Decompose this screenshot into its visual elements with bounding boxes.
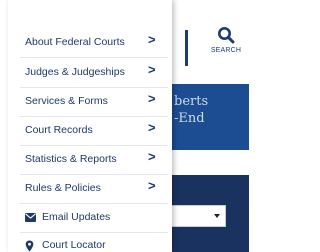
menu-item-services-forms[interactable]: Services & Forms > <box>8 87 172 116</box>
chevron-right-icon: > <box>148 178 156 193</box>
chevron-right-icon: > <box>148 32 156 47</box>
chevron-right-icon: > <box>148 62 156 77</box>
content-band <box>160 150 249 175</box>
menu-item-label: About Federal Courts <box>25 36 125 48</box>
menu-item-label: Statistics & Reports <box>25 153 117 165</box>
chevron-right-icon: > <box>148 120 156 135</box>
menu-item-label: Judges & Judgeships <box>25 66 125 78</box>
menu-item-label: Court Locator <box>42 239 106 251</box>
search-icon <box>218 27 235 44</box>
hero-banner[interactable]: berts -End <box>160 84 249 150</box>
envelope-icon <box>25 213 36 222</box>
search-button[interactable]: SEARCH <box>205 26 247 70</box>
mobile-nav-menu: About Federal Courts > Judges & Judgeshi… <box>8 0 172 252</box>
menu-item-label: Email Updates <box>42 211 111 223</box>
menu-item-statistics-reports[interactable]: Statistics & Reports > <box>8 145 172 174</box>
mobile-viewport: SEARCH berts -End About Federal Courts >… <box>0 0 249 252</box>
menu-item-label: Services & Forms <box>25 95 108 107</box>
hero-text: berts -End <box>174 94 209 126</box>
search-label: SEARCH <box>210 47 242 54</box>
map-pin-icon <box>25 240 34 252</box>
chevron-right-icon: > <box>148 149 156 164</box>
menu-item-label: Rules & Policies <box>25 182 101 194</box>
menu-item-court-records[interactable]: Court Records > <box>8 116 172 145</box>
header-divider <box>185 30 188 66</box>
menu-item-label: Court Records <box>25 124 93 136</box>
menu-item-court-locator[interactable]: Court Locator <box>8 233 172 252</box>
menu-item-about-federal-courts[interactable]: About Federal Courts > <box>8 28 172 57</box>
menu-item-email-updates[interactable]: Email Updates <box>8 203 172 232</box>
menu-item-rules-policies[interactable]: Rules & Policies > <box>8 174 172 203</box>
chevron-down-icon <box>214 214 220 218</box>
chevron-right-icon: > <box>148 91 156 106</box>
menu-item-judges-judgeships[interactable]: Judges & Judgeships > <box>8 58 172 87</box>
